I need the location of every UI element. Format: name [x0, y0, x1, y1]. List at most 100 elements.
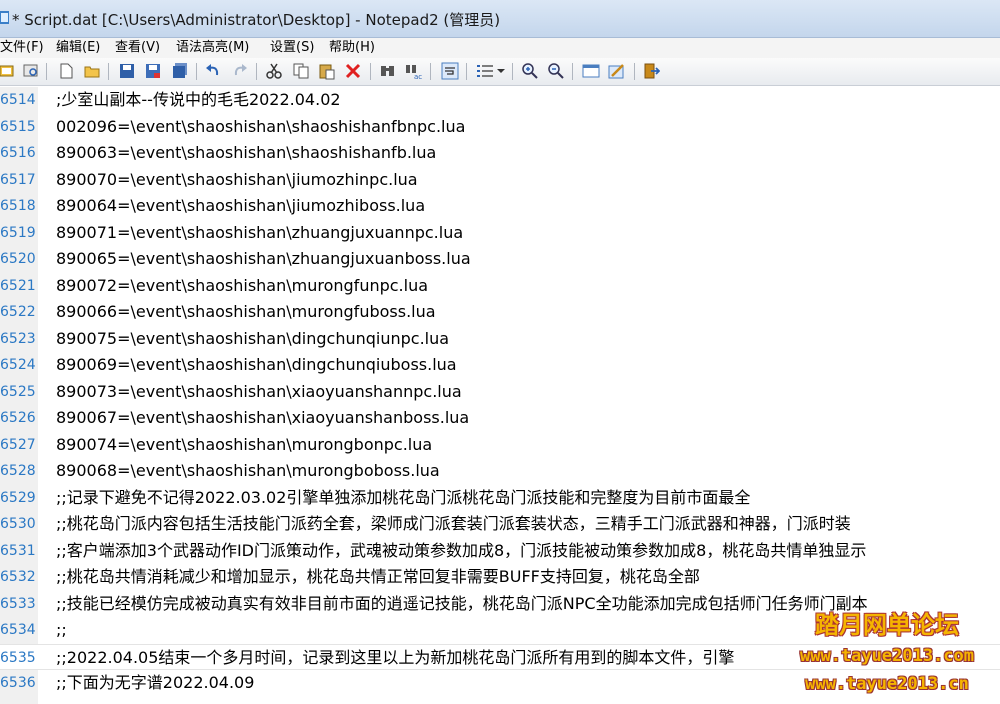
- save-copy-icon[interactable]: [171, 62, 189, 80]
- line-number: 6529: [0, 489, 36, 506]
- line-number: 6532: [0, 569, 36, 585]
- forum-watermark: 踏月网单论坛 www.tayue2013.com www.tayue2013.c…: [782, 608, 992, 702]
- run-icon[interactable]: [0, 62, 16, 80]
- line-number: 6523: [0, 330, 36, 347]
- line-text[interactable]: ;;桃花岛共情消耗减少和增加显示，桃花岛共情正常回复非需要BUFF支持回复，桃花…: [56, 564, 700, 591]
- line-number: 6534: [0, 622, 36, 638]
- line-text[interactable]: 890063=\event\shaoshishan\shaoshishanfb.…: [56, 140, 436, 167]
- line-number: 6525: [0, 383, 36, 400]
- watermark-url-com: www.tayue2013.com: [800, 646, 974, 666]
- line-number: 6517: [0, 171, 36, 188]
- code-line[interactable]: 6532 ;;桃花岛共情消耗减少和增加显示，桃花岛共情正常回复非需要BUFF支持回…: [0, 564, 1000, 591]
- line-text[interactable]: 890075=\event\shaoshishan\dingchunqiunpc…: [56, 326, 449, 353]
- toolbar-separator: [430, 63, 431, 80]
- line-text[interactable]: 890065=\event\shaoshishan\zhuangjuxuanbo…: [56, 246, 471, 273]
- delete-icon[interactable]: [344, 62, 362, 80]
- undo-icon[interactable]: [204, 62, 222, 80]
- line-number: 6524: [0, 357, 36, 373]
- word-wrap-icon[interactable]: [441, 62, 459, 80]
- view-options-icon[interactable]: [475, 62, 507, 80]
- menu-file[interactable]: 文件(F): [0, 38, 44, 58]
- line-number: 6514: [0, 92, 36, 108]
- line-number: 6526: [0, 410, 36, 426]
- line-number: 6519: [0, 224, 36, 241]
- code-line[interactable]: 6521 890072=\event\shaoshishan\murongfunp…: [0, 273, 1000, 300]
- code-line[interactable]: 6517 890070=\event\shaoshishan\jiumozhinp…: [0, 167, 1000, 194]
- code-line[interactable]: 6519 890071=\event\shaoshishan\zhuangjuxu…: [0, 220, 1000, 247]
- code-line[interactable]: 6528 890068=\event\shaoshishan\murongbobo…: [0, 458, 1000, 485]
- toolbar-separator: [256, 63, 257, 80]
- code-line[interactable]: 6526 890067=\event\shaoshishan\xiaoyuansh…: [0, 405, 1000, 432]
- zoom-in-icon[interactable]: [521, 62, 539, 80]
- line-text[interactable]: 890071=\event\shaoshishan\zhuangjuxuannp…: [56, 220, 463, 247]
- toolbar-separator: [572, 63, 573, 80]
- code-line[interactable]: 6515 002096=\event\shaoshishan\shaoshisha…: [0, 114, 1000, 141]
- title-bar: * Script.dat [C:\Users\Administrator\Des…: [0, 0, 1000, 38]
- open-folder-icon[interactable]: [83, 62, 101, 80]
- code-line[interactable]: 6527 890074=\event\shaoshishan\murongbonp…: [0, 432, 1000, 459]
- code-line[interactable]: 6525 890073=\event\shaoshishan\xiaoyuansh…: [0, 379, 1000, 406]
- customize-icon[interactable]: [608, 62, 626, 80]
- code-line[interactable]: 6530 ;;桃花岛门派内容包括生活技能门派药全套，梁师成门派套装门派套装状态，三…: [0, 511, 1000, 538]
- line-text[interactable]: ;;: [56, 617, 67, 644]
- code-line[interactable]: 6520 890065=\event\shaoshishan\zhuangjuxu…: [0, 246, 1000, 273]
- line-number: 6515: [0, 118, 36, 135]
- line-text[interactable]: 890066=\event\shaoshishan\murongfuboss.l…: [56, 299, 436, 326]
- code-line[interactable]: 6518 890064=\event\shaoshishan\jiumozhibo…: [0, 193, 1000, 220]
- toolbar-separator: [196, 63, 197, 80]
- line-number: 6535: [0, 649, 36, 666]
- line-text[interactable]: ;;2022.04.05结束一个多月时间，记录到这里以上为新加桃花岛门派所有用到…: [56, 645, 734, 672]
- line-text[interactable]: 890074=\event\shaoshishan\murongbonpc.lu…: [56, 432, 432, 459]
- toolbar-separator: [108, 63, 109, 80]
- code-line[interactable]: 6529 ;;记录下避免不记得2022.03.02引擎单独添加桃花岛门派桃花岛门派…: [0, 485, 1000, 512]
- line-text[interactable]: ;;下面为无字谱2022.04.09: [56, 670, 254, 697]
- code-line[interactable]: 6531 ;;客户端添加3个武器动作ID门派策动作，武魂被动策参数加成8，门派技能…: [0, 538, 1000, 565]
- line-text[interactable]: 890068=\event\shaoshishan\murongboboss.l…: [56, 458, 440, 485]
- save-as-icon[interactable]: [144, 62, 162, 80]
- menu-help[interactable]: 帮助(H): [329, 38, 375, 58]
- line-number: 6530: [0, 516, 36, 532]
- line-text[interactable]: ;;桃花岛门派内容包括生活技能门派药全套，梁师成门派套装门派套装状态，三精手工门…: [56, 511, 851, 538]
- replace-icon[interactable]: ac: [405, 62, 423, 80]
- exit-icon[interactable]: [642, 62, 660, 80]
- find-icon[interactable]: [379, 62, 397, 80]
- toolbar-separator: [46, 63, 47, 80]
- scheme-icon[interactable]: [582, 62, 600, 80]
- menu-bar: 文件(F) 编辑(E) 查看(V) 语法高亮(M) 设置(S) 帮助(H): [0, 38, 1000, 58]
- line-text[interactable]: ;;记录下避免不记得2022.03.02引擎单独添加桃花岛门派桃花岛门派技能和完…: [56, 485, 750, 512]
- redo-icon[interactable]: [231, 62, 249, 80]
- line-text[interactable]: 890070=\event\shaoshishan\jiumozhinpc.lu…: [56, 167, 418, 194]
- line-text[interactable]: 890069=\event\shaoshishan\dingchunqiubos…: [56, 352, 457, 379]
- browse-icon[interactable]: [22, 62, 40, 80]
- code-line[interactable]: 6523 890075=\event\shaoshishan\dingchunqi…: [0, 326, 1000, 353]
- line-number: 6533: [0, 595, 36, 612]
- line-text[interactable]: ;;客户端添加3个武器动作ID门派策动作，武魂被动策参数加成8，门派技能被动策参…: [56, 538, 866, 565]
- new-file-icon[interactable]: [57, 62, 75, 80]
- line-text[interactable]: ;;技能已经模仿完成被动真实有效非目前市面的逍遥记技能，桃花岛门派NPC全功能添…: [56, 591, 868, 618]
- zoom-out-icon[interactable]: [547, 62, 565, 80]
- code-line[interactable]: 6514 ;少室山副本--传说中的毛毛2022.04.02: [0, 87, 1000, 114]
- line-number: 6522: [0, 304, 36, 320]
- line-text[interactable]: 890073=\event\shaoshishan\xiaoyuanshannp…: [56, 379, 462, 406]
- code-line[interactable]: 6524 890069=\event\shaoshishan\dingchunqi…: [0, 352, 1000, 379]
- code-line[interactable]: 6516 890063=\event\shaoshishan\shaoshisha…: [0, 140, 1000, 167]
- svg-text:ac: ac: [414, 73, 422, 80]
- line-text[interactable]: 890064=\event\shaoshishan\jiumozhiboss.l…: [56, 193, 425, 220]
- save-icon[interactable]: [118, 62, 136, 80]
- line-text[interactable]: 890067=\event\shaoshishan\xiaoyuanshanbo…: [56, 405, 469, 432]
- line-text[interactable]: 890072=\event\shaoshishan\murongfunpc.lu…: [56, 273, 428, 300]
- cut-icon[interactable]: [265, 62, 283, 80]
- line-number: 6520: [0, 251, 36, 267]
- menu-view[interactable]: 查看(V): [115, 38, 160, 58]
- code-line[interactable]: 6522 890066=\event\shaoshishan\murongfubo…: [0, 299, 1000, 326]
- line-number: 6528: [0, 463, 36, 479]
- line-text[interactable]: ;少室山副本--传说中的毛毛2022.04.02: [56, 87, 341, 114]
- paste-icon[interactable]: [318, 62, 336, 80]
- menu-edit[interactable]: 编辑(E): [56, 38, 100, 58]
- copy-icon[interactable]: [292, 62, 310, 80]
- menu-settings[interactable]: 设置(S): [270, 38, 314, 58]
- menu-syntax-highlight[interactable]: 语法高亮(M): [176, 38, 249, 58]
- line-number: 6527: [0, 436, 36, 453]
- line-number: 6531: [0, 542, 36, 559]
- line-text[interactable]: 002096=\event\shaoshishan\shaoshishanfbn…: [56, 114, 465, 141]
